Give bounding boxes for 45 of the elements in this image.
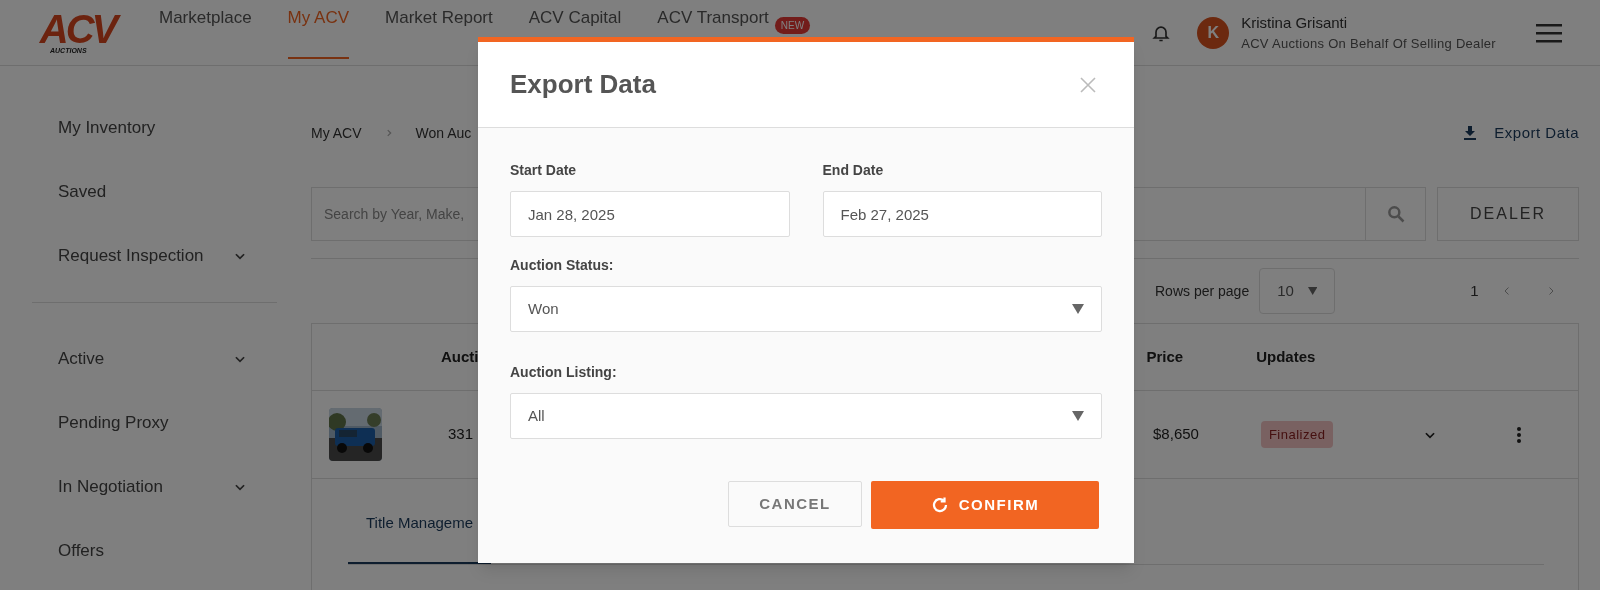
caret-icon: [1072, 304, 1084, 314]
dealer-button[interactable]: DEALER: [1437, 187, 1579, 241]
column-header: Updates: [1256, 346, 1316, 367]
nav-tab[interactable]: My ACV: [287, 0, 349, 59]
status-badge: Finalized: [1260, 420, 1334, 449]
caret-icon: [1072, 411, 1084, 421]
sidebar-item[interactable]: Request Inspection: [32, 224, 277, 288]
sidebar-item[interactable]: Saved: [32, 160, 277, 224]
breadcrumb-item: Won Auc: [415, 123, 472, 143]
sidebar-item[interactable]: In Negotiation: [32, 455, 277, 519]
column-header: Aucti: [441, 346, 479, 367]
user-subtitle: ACV Auctions On Behalf Of Selling Dealer: [1241, 35, 1496, 53]
new-badge: NEW: [774, 17, 811, 34]
sidebar-item[interactable]: Pending Proxy: [32, 391, 277, 455]
sidebar-item[interactable]: Active: [32, 327, 277, 391]
user-avatar[interactable]: K: [1197, 16, 1230, 49]
breadcrumb-link[interactable]: My ACV: [311, 122, 362, 144]
page-number: 1: [1470, 280, 1479, 301]
select-field[interactable]: Won: [510, 286, 1102, 332]
field-label: End Date: [822, 161, 885, 180]
rows-per-page-label: Rows per page: [1155, 281, 1250, 301]
field-label: Auction Status:: [510, 256, 615, 275]
cancel-button[interactable]: CANCEL: [728, 481, 862, 527]
more-options-icon[interactable]: [1517, 426, 1522, 443]
sidebar-item[interactable]: Offers: [32, 519, 277, 583]
date-field[interactable]: Jan 28, 2025: [510, 191, 790, 237]
caret-icon: [1307, 286, 1318, 296]
column-header: Price: [1146, 346, 1184, 367]
select-field[interactable]: All: [510, 393, 1102, 439]
sidebar-item[interactable]: My Inventory: [32, 96, 277, 160]
dialog-title: Export Data: [510, 68, 656, 101]
confirm-button[interactable]: CONFIRM: [871, 481, 1099, 529]
user-name: Kristina Grisanti: [1241, 12, 1349, 33]
field-label: Auction Listing:: [510, 363, 618, 382]
table-cell-text: 331: [448, 424, 474, 445]
date-field[interactable]: Feb 27, 2025: [822, 191, 1102, 237]
nav-tab[interactable]: Marketplace: [159, 0, 252, 59]
field-label: Start Date: [510, 161, 578, 180]
download-icon: [1464, 126, 1477, 140]
search-icon: [1385, 204, 1406, 224]
rows-per-page-select[interactable]: 10: [1259, 268, 1336, 314]
refresh-icon: [930, 496, 949, 514]
table-cell-text: $8,650: [1153, 424, 1199, 445]
menu-icon[interactable]: [1536, 22, 1562, 43]
export-data-link[interactable]: Export Data: [1464, 121, 1579, 145]
